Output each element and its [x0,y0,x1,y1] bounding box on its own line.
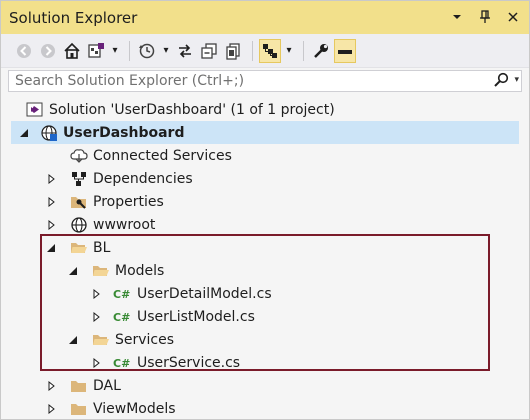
expander-collapsed-icon[interactable] [45,219,57,231]
switch-views-icon[interactable] [85,39,107,63]
globe-icon [69,216,89,234]
preview-icon[interactable] [334,38,356,63]
toolbar-separator [129,40,130,61]
home-icon[interactable] [61,39,83,63]
search-icon[interactable] [493,72,509,92]
tree-item-project[interactable]: UserDashboard [11,121,519,144]
chevron-down-icon[interactable] [449,8,465,26]
tree-item-wwwroot[interactable]: wwwroot [1,213,155,236]
solution-explorer-window: Solution Explorer ▾ ▾ ▾ Search Solution … [0,0,530,420]
folder-icon [69,400,89,418]
tree-item-connected-services[interactable]: Connected Services [69,144,232,167]
close-icon[interactable] [505,8,521,26]
tree-item-dependencies[interactable]: Dependencies [1,167,193,190]
tree-item-label: Properties [93,193,164,210]
title-controls [449,8,521,26]
tree-item-dal-folder[interactable]: DAL [1,374,121,397]
expander-collapsed-icon[interactable] [45,380,57,392]
expander-collapsed-icon[interactable] [45,173,57,185]
toolbar-separator [303,40,304,61]
search-input[interactable] [9,72,477,90]
expander-collapsed-icon[interactable] [45,196,57,208]
sync-icon[interactable] [174,39,196,63]
tree-item-label: UserDashboard [63,124,185,141]
properties-icon[interactable] [310,39,332,63]
title-bar: Solution Explorer [1,1,529,34]
bl-highlight-box [40,234,490,371]
pin-icon[interactable] [477,8,493,26]
toolbar: ▾ ▾ ▾ [1,34,529,68]
chevron-down-icon[interactable]: ▾ [283,39,295,63]
tree-item-viewmodels-folder[interactable]: ViewModels [1,397,176,420]
tree-item-label: ViewModels [93,400,176,417]
expander-expanded-icon[interactable] [18,127,30,139]
search-box[interactable]: ▾ [8,70,522,92]
view-class-diagram-icon[interactable] [259,38,281,63]
web-project-icon [39,124,59,142]
dependencies-icon [69,170,89,188]
show-all-files-icon[interactable] [222,39,244,63]
tree-item-solution[interactable]: Solution 'UserDashboard' (1 of 1 project… [25,98,335,121]
properties-folder-icon [69,193,89,211]
visual-studio-solution-icon [25,101,45,119]
tree-item-properties[interactable]: Properties [1,190,164,213]
forward-icon[interactable] [37,39,59,63]
tree-item-label: Dependencies [93,170,193,187]
chevron-down-icon[interactable]: ▾ [514,75,519,85]
tree-item-label: Connected Services [93,147,232,164]
tree-item-label: Solution 'UserDashboard' (1 of 1 project… [49,101,335,118]
pending-changes-icon[interactable] [136,39,158,63]
window-title: Solution Explorer [9,8,138,27]
collapse-all-icon[interactable] [198,39,220,63]
expander-collapsed-icon[interactable] [45,403,57,415]
back-icon[interactable] [13,39,35,63]
folder-icon [69,377,89,395]
tree-item-label: wwwroot [93,216,156,233]
toolbar-separator [252,40,253,61]
chevron-down-icon[interactable]: ▾ [109,39,121,63]
connected-services-icon [69,147,89,165]
tree-item-label: DAL [93,377,121,394]
chevron-down-icon[interactable]: ▾ [160,39,172,63]
